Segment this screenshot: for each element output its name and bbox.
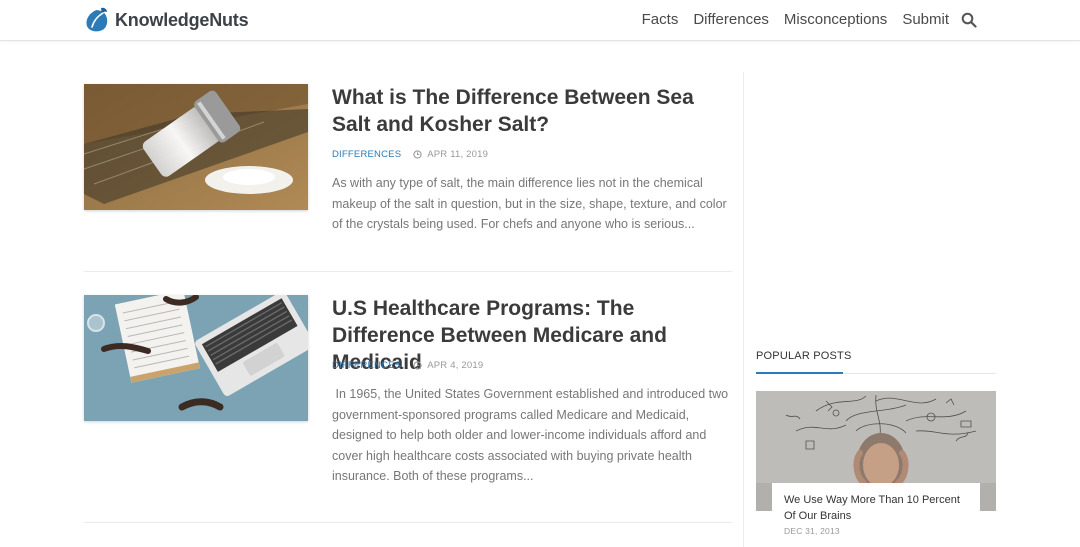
popular-post-date: DEC 31, 2013 [784,526,840,536]
post-item: U.S Healthcare Programs: The Difference … [84,295,732,495]
post-title[interactable]: What is The Difference Between Sea Salt … [332,84,732,138]
post-meta: DIFFERENCES APR 11, 2019 [332,149,488,160]
nut-logo-icon [86,7,108,32]
popular-post-card[interactable]: We Use Way More Than 10 Percent Of Our B… [772,483,980,547]
heading-underline-accent [756,372,843,374]
post-category[interactable]: DIFFERENCES [332,360,401,371]
post-meta: DIFFERENCES APR 4, 2019 [332,360,483,371]
popular-post-title[interactable]: We Use Way More Than 10 Percent Of Our B… [784,492,968,524]
main-nav: Facts Differences Misconceptions Submit [642,11,977,28]
post-category[interactable]: DIFFERENCES [332,149,401,160]
post-divider [84,271,732,272]
post-date: APR 11, 2019 [427,149,489,160]
site-logo[interactable]: KnowledgeNuts [84,7,249,33]
sidebar-separator [743,72,744,547]
site-name: KnowledgeNuts [115,9,249,30]
popular-posts-heading: POPULAR POSTS [756,350,852,362]
post-excerpt: As with any type of salt, the main diffe… [332,176,727,231]
post-divider [84,522,732,523]
post-item: What is The Difference Between Sea Salt … [84,84,732,234]
post-thumbnail-salt[interactable] [84,84,308,210]
post-date: APR 4, 2019 [427,360,484,371]
nav-item-facts[interactable]: Facts [642,11,679,28]
nav-item-submit[interactable]: Submit [902,11,949,28]
clock-icon [413,150,422,159]
post-excerpt: In 1965, the United States Government es… [332,387,732,483]
clock-icon [413,361,422,370]
site-header: KnowledgeNuts Facts Differences Misconce… [0,0,1080,41]
search-icon[interactable] [961,12,977,28]
nav-item-differences[interactable]: Differences [693,11,769,28]
salt-shaker-image [84,84,308,210]
post-thumbnail-healthcare[interactable] [84,295,308,421]
desk-laptop-image [84,295,308,421]
nav-item-misconceptions[interactable]: Misconceptions [784,11,887,28]
